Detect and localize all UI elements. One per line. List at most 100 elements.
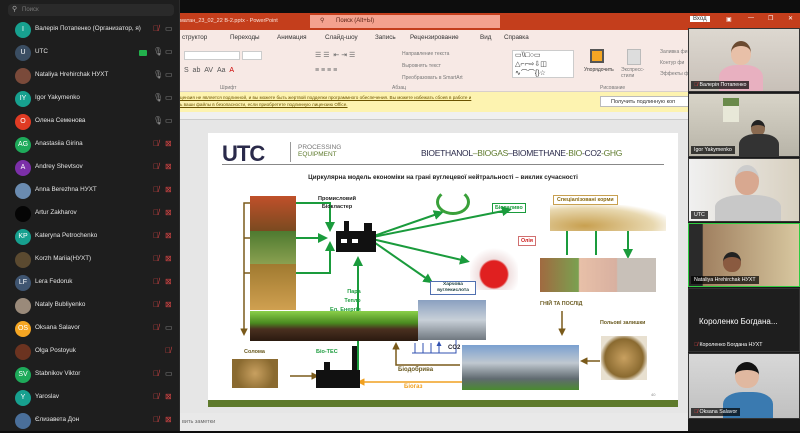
participant-row[interactable]: U UTC 🎙 ▭ xyxy=(0,42,180,65)
participant-search-input[interactable]: ⚲ Поиск xyxy=(8,4,174,16)
participant-row[interactable]: I Валерія Потапенко (Организатор, я) 🎙̸ ▭ xyxy=(0,19,180,42)
shape-outline-button[interactable]: Контур фи xyxy=(660,60,684,66)
mic-muted-icon[interactable]: 🎙̸ xyxy=(153,392,159,401)
camera-off-icon[interactable]: ⊠ xyxy=(165,392,172,401)
participant-row[interactable]: OS Oksana Salavor 🎙̸ ▭ xyxy=(0,318,180,341)
restore-icon[interactable]: ❐ xyxy=(768,15,773,22)
mic-muted-icon[interactable]: 🎙̸ xyxy=(165,346,171,355)
camera-icon[interactable]: ▭ xyxy=(165,70,173,79)
participant-row[interactable]: Korzh Mariia(НУХТ) 🎙̸ ⊠ xyxy=(0,249,180,272)
mic-muted-icon[interactable]: 🎙̸ xyxy=(153,231,159,240)
list-buttons[interactable]: ☰ ☰ ⇤ ⇥ ☰ xyxy=(315,51,355,59)
camera-off-icon[interactable]: ⊠ xyxy=(165,254,172,263)
shapes-gallery[interactable]: ▭\\□○▭ △⌐⌐⇨⇩◫ ∿⌒⌒{}☆ xyxy=(512,50,574,78)
video-tile[interactable]: UTC xyxy=(688,158,800,222)
camera-icon[interactable]: ▭ xyxy=(165,93,173,102)
tab-animation[interactable]: Анимация xyxy=(277,34,307,41)
mic-muted-icon[interactable]: 🎙̸ xyxy=(153,277,159,286)
font-size-select[interactable] xyxy=(242,51,262,60)
participant-row[interactable]: KP Kateryna Petrochenko 🎙̸ ⊠ xyxy=(0,226,180,249)
participant-name: Olga Postoyuk xyxy=(35,347,76,354)
camera-off-icon[interactable]: ⊠ xyxy=(165,415,172,424)
minimize-icon[interactable]: — xyxy=(748,15,754,21)
avatar: A xyxy=(15,160,31,176)
video-tile[interactable]: 🎙̸ Валерія Потапенко xyxy=(688,28,800,92)
mic-muted-icon[interactable]: 🎙̸ xyxy=(153,369,159,378)
get-genuine-button[interactable]: Получить подлинную коп xyxy=(600,96,690,107)
mic-muted-icon[interactable]: 🎙̸ xyxy=(153,162,159,171)
camera-icon[interactable]: ▭ xyxy=(165,24,173,33)
align-text-button[interactable]: Выровнять текст xyxy=(402,63,441,69)
video-tile[interactable]: Igor Yakymenko xyxy=(688,93,800,157)
mic-muted-icon[interactable]: 🎙̸ xyxy=(153,208,159,217)
camera-off-icon[interactable]: ⊠ xyxy=(165,162,172,171)
mic-icon[interactable]: 🎙 xyxy=(153,47,163,56)
camera-icon[interactable]: ▭ xyxy=(165,47,173,56)
camera-off-icon[interactable]: ⊠ xyxy=(165,208,172,217)
mic-icon[interactable]: 🎙 xyxy=(153,93,163,102)
video-tile-active-speaker[interactable]: Nataliya Hrehirchak НУХТ xyxy=(688,223,800,287)
mic-muted-icon[interactable]: 🎙̸ xyxy=(153,415,159,424)
camera-off-icon[interactable]: ⊠ xyxy=(165,277,172,286)
camera-off-icon[interactable]: ⊠ xyxy=(165,185,172,194)
tab-slideshow[interactable]: Слайд-шоу xyxy=(325,34,358,41)
mic-icon[interactable]: 🎙 xyxy=(153,116,163,125)
video-tile[interactable]: 🎙̸ Oksana Salavor xyxy=(688,353,800,419)
mic-muted-icon[interactable]: 🎙̸ xyxy=(153,254,159,263)
shape-fill-button[interactable]: Заливка фи xyxy=(660,49,688,55)
mic-muted-icon[interactable]: 🎙̸ xyxy=(153,323,159,332)
mic-muted-icon[interactable]: 🎙̸ xyxy=(153,24,159,33)
shape-effects-button[interactable]: Эффекты ф xyxy=(660,71,688,77)
window-controls: Вход ▣ — ❐ ✕ xyxy=(688,13,800,28)
participant-row[interactable]: SV Stabnikov Viktor 🎙̸ ▭ xyxy=(0,364,180,387)
mic-muted-icon[interactable]: 🎙̸ xyxy=(153,185,159,194)
slide[interactable]: UTC PROCESSING EQUIPMENT BIOETHANOL–BIOGA… xyxy=(208,133,678,407)
camera-off-icon[interactable]: ⊠ xyxy=(165,300,172,309)
participant-row[interactable]: Nataly Bubliyenko 🎙̸ ⊠ xyxy=(0,295,180,318)
close-icon[interactable]: ✕ xyxy=(788,15,793,22)
text-direction-button[interactable]: Направление текста xyxy=(402,51,449,57)
participant-row[interactable]: Nataliya Hrehirchak НУХТ 🎙 ▭ xyxy=(0,65,180,88)
font-format-buttons[interactable]: S ab AV Aa A xyxy=(184,67,234,74)
arrange-button[interactable]: Упорядочить xyxy=(584,67,614,73)
tab-design[interactable]: структор xyxy=(182,34,207,41)
quick-styles-button[interactable]: Экспресс-стили xyxy=(621,67,651,79)
mic-icon[interactable]: 🎙 xyxy=(153,70,163,79)
camera-off-icon[interactable]: ⊠ xyxy=(165,231,172,240)
participant-row[interactable]: AG Anastasiia Girina 🎙̸ ⊠ xyxy=(0,134,180,157)
mic-muted-icon[interactable]: 🎙̸ xyxy=(153,300,159,309)
tab-transitions[interactable]: Переходы xyxy=(230,34,260,41)
notes-pane[interactable]: вить заметки xyxy=(180,413,690,431)
participant-row[interactable]: O Олена Семенова 🎙 ▭ xyxy=(0,111,180,134)
title-bar: матан_23_02_22 В-2.pptx - PowerPoint ⚲ П… xyxy=(180,13,690,30)
mic-muted-icon[interactable]: 🎙̸ xyxy=(153,139,159,148)
tab-record[interactable]: Запись xyxy=(375,34,396,41)
ribbon-display-icon[interactable]: ▣ xyxy=(726,16,732,23)
avatar: U xyxy=(15,45,31,61)
login-button[interactable]: Вход xyxy=(690,16,710,22)
camera-icon[interactable]: ▭ xyxy=(165,369,173,378)
ppt-search-input[interactable]: ⚲ Поиск (Alt+Ы) xyxy=(310,15,500,28)
participant-row[interactable]: Artur Zakharov 🎙̸ ⊠ xyxy=(0,203,180,226)
camera-icon[interactable]: ▭ xyxy=(165,323,173,332)
camera-off-icon[interactable]: ⊠ xyxy=(165,139,172,148)
participant-name: UTC xyxy=(35,48,48,55)
participant-row[interactable]: Olga Postoyuk 🎙̸ xyxy=(0,341,180,364)
align-buttons[interactable]: ≡ ≡ ≡ ≡ xyxy=(315,67,337,74)
group-drawing-label: Рисование xyxy=(600,85,626,91)
smartart-button[interactable]: Преобразовать в SmartArt xyxy=(402,75,463,81)
special-feeds-label: Спеціалізовані корми xyxy=(553,195,618,205)
tab-view[interactable]: Вид xyxy=(480,34,491,41)
participant-row[interactable]: Y Yaroslav 🎙̸ ⊠ xyxy=(0,387,180,410)
participant-row[interactable]: IY Igor Yakymenko 🎙 ▭ xyxy=(0,88,180,111)
participant-row[interactable]: LF Lera Fedoruk 🎙̸ ⊠ xyxy=(0,272,180,295)
font-name-select[interactable] xyxy=(184,51,240,60)
participant-row[interactable]: Anna Berezhna НУХТ 🎙̸ ⊠ xyxy=(0,180,180,203)
tab-help[interactable]: Справка xyxy=(504,34,529,41)
participant-row[interactable]: Єлизавета Дон 🎙̸ ⊠ xyxy=(0,410,180,433)
participant-name: Artur Zakharov xyxy=(35,209,77,216)
tab-review[interactable]: Рецензирование xyxy=(410,34,459,41)
video-tile[interactable]: Короленко Богдана... 🎙̸ Короленко Богдан… xyxy=(688,288,800,352)
participant-row[interactable]: A Andrey Shevtsov 🎙̸ ⊠ xyxy=(0,157,180,180)
camera-icon[interactable]: ▭ xyxy=(165,116,173,125)
